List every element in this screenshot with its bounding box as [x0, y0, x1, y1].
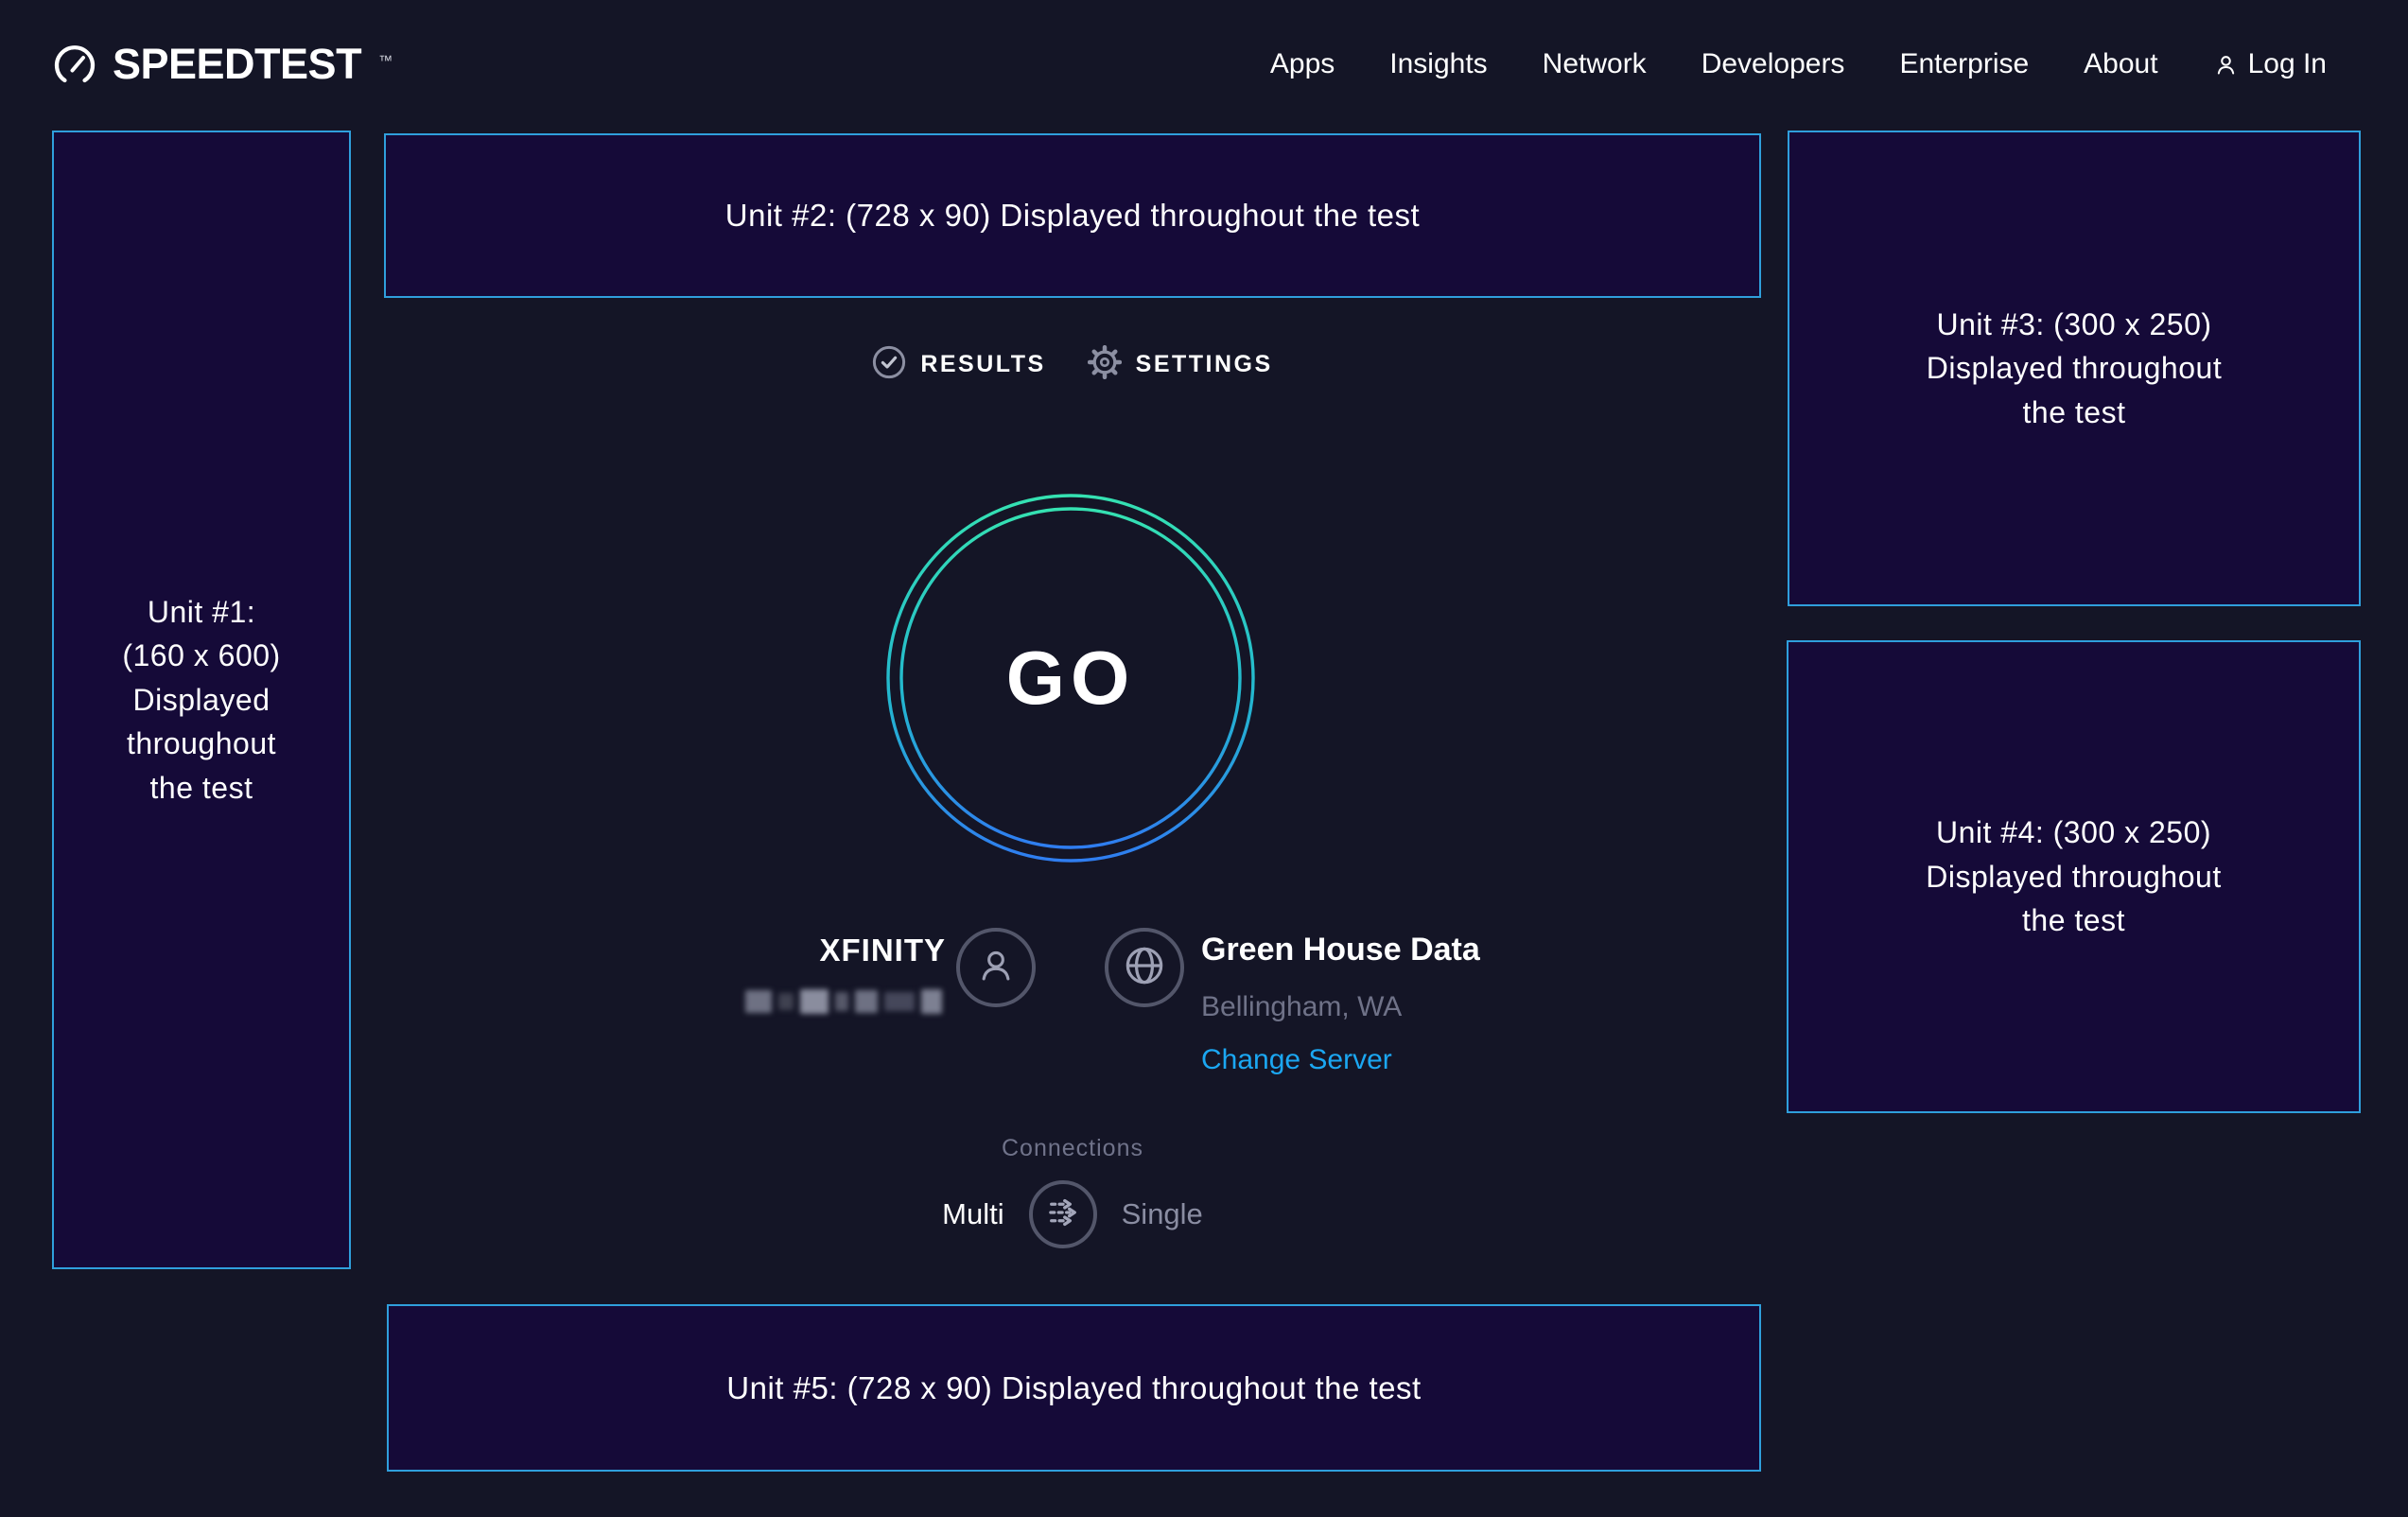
- gauge-logo-icon: [52, 42, 97, 87]
- ad-unit-4-text: Unit #4: (300 x 250) Displayed throughou…: [1926, 811, 2221, 942]
- connections-single-label[interactable]: Single: [1122, 1197, 1203, 1231]
- ad-unit-5-text: Unit #5: (728 x 90) Displayed throughout…: [726, 1366, 1421, 1411]
- tab-settings[interactable]: SETTINGS: [1088, 345, 1273, 384]
- ad-unit-5[interactable]: Unit #5: (728 x 90) Displayed throughout…: [387, 1304, 1761, 1472]
- speedtest-logo[interactable]: SPEEDTEST ™: [52, 40, 393, 89]
- nav-item-network[interactable]: Network: [1543, 48, 1647, 80]
- globe-icon: [1123, 944, 1166, 992]
- nav-item-apps[interactable]: Apps: [1270, 48, 1335, 80]
- multi-connection-arrows-icon: [1043, 1193, 1083, 1237]
- ad-unit-1[interactable]: Unit #1: (160 x 600) Displayed throughou…: [52, 131, 351, 1269]
- brand-name: SPEEDTEST: [113, 40, 361, 89]
- go-button[interactable]: GO: [884, 492, 1257, 864]
- go-button-label: GO: [884, 492, 1257, 864]
- server-info: Green House Data Bellingham, WA Change S…: [1201, 932, 1480, 1076]
- isp-name: XFINITY: [662, 933, 946, 968]
- tab-results[interactable]: RESULTS: [872, 345, 1045, 384]
- redacted-ip-text: [745, 987, 951, 1016]
- ad-unit-2-text: Unit #2: (728 x 90) Displayed throughout…: [725, 193, 1420, 238]
- user-icon: [2213, 52, 2239, 78]
- server-location: Bellingham, WA: [1201, 991, 1480, 1023]
- server-name: Green House Data: [1201, 932, 1480, 968]
- ad-unit-3[interactable]: Unit #3: (300 x 250) Displayed throughou…: [1788, 131, 2361, 606]
- nav-menu: Apps Insights Network Developers Enterpr…: [1270, 48, 2327, 80]
- tab-settings-label: SETTINGS: [1136, 351, 1273, 378]
- check-circle-icon: [872, 345, 906, 384]
- brand-trademark: ™: [378, 53, 393, 69]
- top-nav: SPEEDTEST ™ Apps Insights Network Develo…: [0, 0, 2408, 129]
- gear-icon: [1088, 345, 1122, 384]
- nav-item-enterprise[interactable]: Enterprise: [1899, 48, 2029, 80]
- connections-toggle[interactable]: [1029, 1180, 1097, 1248]
- ad-unit-3-text: Unit #3: (300 x 250) Displayed throughou…: [1927, 303, 2222, 434]
- nav-item-insights[interactable]: Insights: [1389, 48, 1487, 80]
- connections-toggle-row: Multi Single: [384, 1179, 1761, 1249]
- change-server-link[interactable]: Change Server: [1201, 1044, 1480, 1076]
- server-badge: [1105, 928, 1184, 1007]
- nav-item-developers[interactable]: Developers: [1701, 48, 1845, 80]
- login-label: Log In: [2248, 48, 2327, 80]
- connections-label: Connections: [384, 1135, 1761, 1162]
- view-tabs: RESULTS SETTINGS: [384, 340, 1761, 388]
- speedtest-page: { "nav": { "brand": "SPEEDTEST", "brand_…: [0, 0, 2408, 1517]
- person-icon: [975, 945, 1017, 991]
- tab-results-label: RESULTS: [920, 351, 1045, 378]
- ad-unit-1-text: Unit #1: (160 x 600) Displayed throughou…: [122, 590, 280, 810]
- login-button[interactable]: Log In: [2213, 48, 2327, 80]
- ad-unit-2[interactable]: Unit #2: (728 x 90) Displayed throughout…: [384, 133, 1761, 298]
- isp-badge: [956, 928, 1036, 1007]
- ad-unit-4[interactable]: Unit #4: (300 x 250) Displayed throughou…: [1787, 640, 2361, 1113]
- connections-multi-label[interactable]: Multi: [942, 1197, 1003, 1231]
- nav-item-about[interactable]: About: [2084, 48, 2157, 80]
